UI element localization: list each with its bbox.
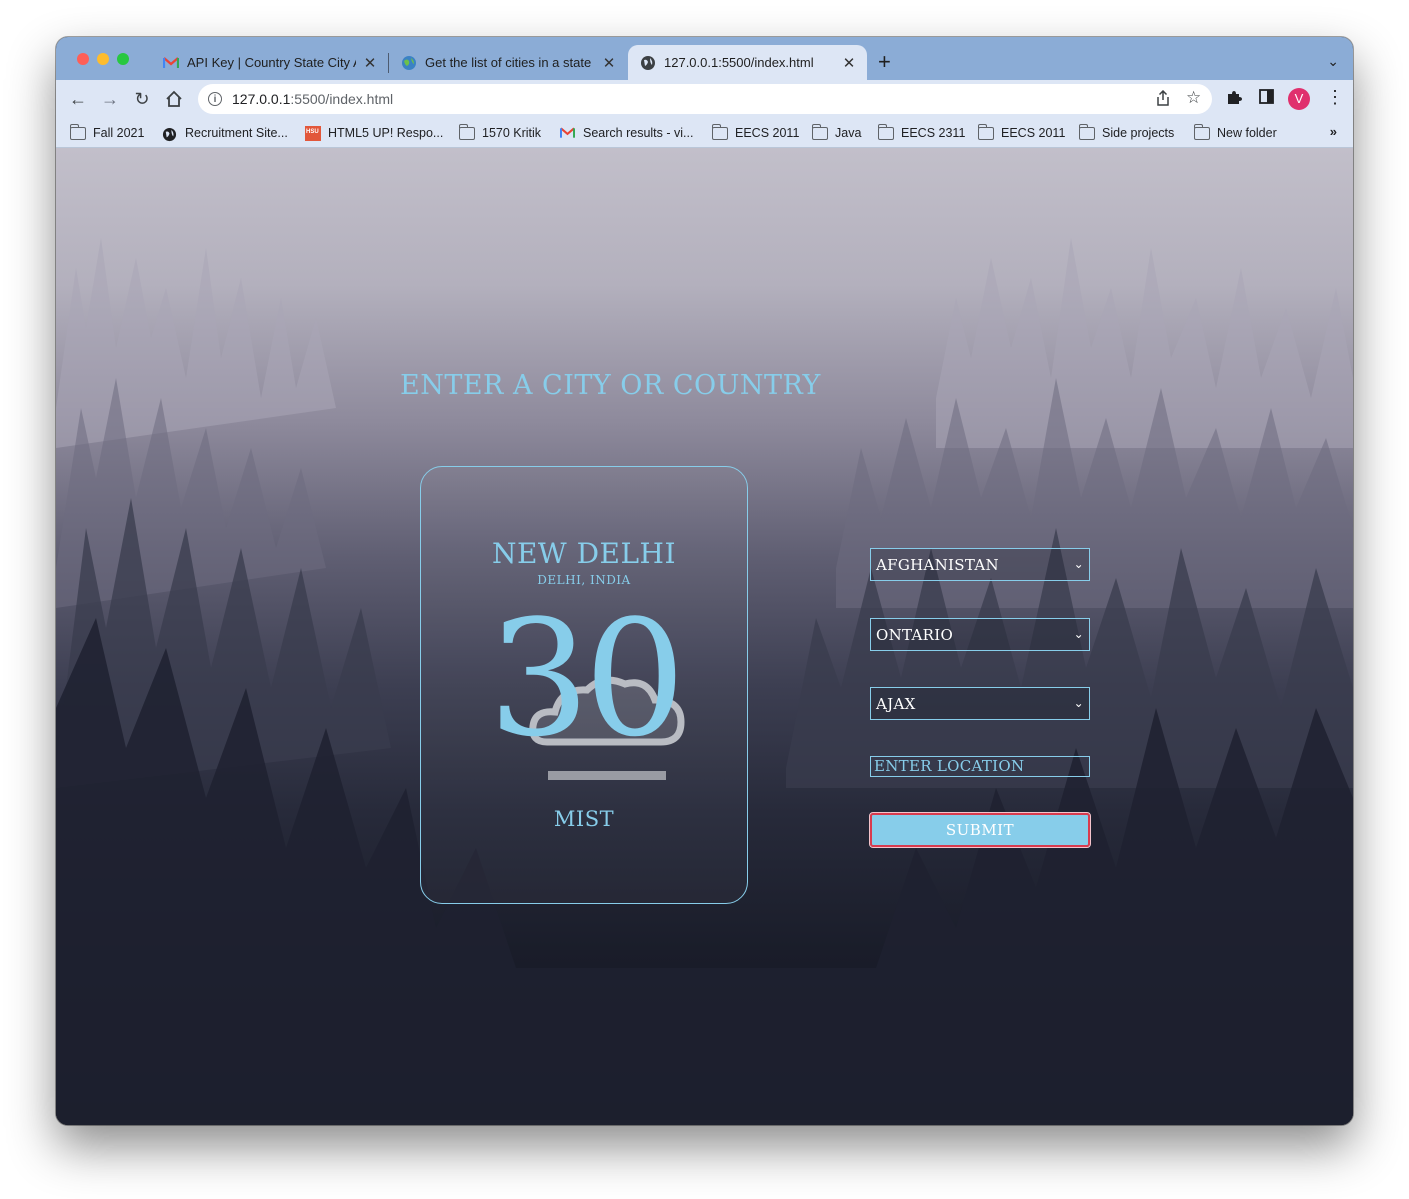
- bookmark-label: New folder: [1217, 126, 1277, 140]
- tab-title: Get the list of cities in a state |: [425, 55, 595, 70]
- bookmark-eecs-2011-b[interactable]: EECS 2011: [977, 123, 1066, 143]
- folder-icon: [458, 123, 475, 140]
- bookmark-label: 1570 Kritik: [482, 126, 542, 140]
- bookmark-label: Recruitment Site...: [185, 126, 288, 140]
- bookmark-label: EECS 2011: [1001, 126, 1066, 140]
- home-icon[interactable]: [163, 88, 185, 110]
- state-select[interactable]: ONTARIO ⌄: [870, 618, 1090, 651]
- url-host: 127.0.0.1: [232, 91, 291, 107]
- bookmark-star-icon[interactable]: ☆: [1186, 88, 1201, 108]
- close-tab-icon[interactable]: ✕: [841, 54, 857, 72]
- folder-icon: [1078, 123, 1095, 140]
- gmail-icon: [163, 55, 179, 71]
- bookmark-side-projects[interactable]: Side projects: [1078, 123, 1175, 143]
- bookmark-recruitment-site[interactable]: Recruitment Site...: [162, 123, 288, 143]
- page-heading: ENTER A CITY OR COUNTRY: [400, 370, 821, 401]
- bookmark-java[interactable]: Java: [811, 123, 862, 143]
- mist-bar-icon: [548, 771, 666, 780]
- bookmark-html5-up[interactable]: HSU HTML5 UP! Respo...: [305, 123, 443, 143]
- tab-cities-list[interactable]: Get the list of cities in a state | ✕: [389, 45, 627, 80]
- close-tab-icon[interactable]: ✕: [601, 54, 617, 72]
- close-tab-icon[interactable]: ✕: [362, 54, 378, 72]
- tab-title: API Key | Country State City AP: [187, 55, 356, 70]
- tab-api-key[interactable]: API Key | Country State City AP ✕: [151, 45, 388, 80]
- bookmark-label: EECS 2311: [901, 126, 966, 140]
- extensions-puzzle-icon[interactable]: [1226, 89, 1242, 110]
- back-arrow-icon[interactable]: ←: [67, 88, 89, 110]
- bookmark-label: Search results - vi...: [583, 126, 694, 140]
- bookmark-eecs-2011[interactable]: EECS 2011: [711, 123, 800, 143]
- new-tab-button[interactable]: +: [878, 51, 891, 73]
- address-bar[interactable]: i 127.0.0.1:5500/index.html ☆: [198, 84, 1212, 114]
- folder-icon: [711, 123, 728, 140]
- gmail-icon: [559, 127, 576, 140]
- tab-search-chevron-icon[interactable]: ⌄: [1327, 53, 1339, 70]
- temperature: 30: [488, 585, 686, 772]
- country-select[interactable]: AFGHANISTAN ⌄: [870, 548, 1090, 581]
- globe-icon: [162, 127, 178, 141]
- reload-icon[interactable]: ↻: [131, 88, 153, 110]
- site-info-icon[interactable]: i: [208, 92, 222, 106]
- browser-toolbar: ← → ↻ i 127.0.0.1:5500/index.html ☆ V ⋮: [56, 80, 1353, 118]
- globe-icon: [640, 55, 656, 71]
- bookmark-search-results[interactable]: Search results - vi...: [559, 123, 694, 143]
- tab-title: 127.0.0.1:5500/index.html: [664, 55, 814, 70]
- state-select-value: ONTARIO: [876, 625, 954, 644]
- bookmark-new-folder[interactable]: New folder: [1193, 123, 1277, 143]
- chevron-down-icon: ⌄: [1073, 627, 1084, 641]
- bookmark-label: EECS 2011: [735, 126, 800, 140]
- folder-icon: [977, 123, 994, 140]
- folder-icon: [69, 123, 86, 140]
- profile-avatar[interactable]: V: [1288, 88, 1310, 110]
- city-name: NEW DELHI: [491, 537, 677, 570]
- weather-page: ENTER A CITY OR COUNTRY NEW DELHI DELHI,…: [56, 148, 1353, 1125]
- forward-arrow-icon[interactable]: →: [99, 88, 121, 110]
- city-select-value: AJAX: [876, 694, 916, 713]
- minimize-window-button[interactable]: [97, 53, 109, 65]
- bookmarks-bar: Fall 2021 Recruitment Site... HSU HTML5 …: [56, 118, 1353, 148]
- folder-icon: [811, 123, 828, 140]
- bookmarks-overflow-icon[interactable]: »: [1330, 124, 1337, 139]
- folder-icon: [877, 123, 894, 140]
- location-input[interactable]: ENTER LOCATION: [870, 756, 1090, 777]
- city-select[interactable]: AJAX ⌄: [870, 687, 1090, 720]
- html5up-icon: HSU: [305, 125, 321, 141]
- chevron-down-icon: ⌄: [1073, 696, 1084, 710]
- folder-icon: [1193, 123, 1210, 140]
- bookmark-label: Side projects: [1102, 126, 1175, 140]
- browser-window: API Key | Country State City AP ✕ Get th…: [56, 37, 1353, 1125]
- bookmark-label: Fall 2021: [93, 126, 145, 140]
- globe-icon: [401, 55, 417, 71]
- tab-strip: API Key | Country State City AP ✕ Get th…: [56, 37, 1353, 80]
- more-menu-icon[interactable]: ⋮: [1326, 87, 1344, 108]
- bookmark-eecs-2311[interactable]: EECS 2311: [877, 123, 966, 143]
- bookmark-label: HTML5 UP! Respo...: [328, 126, 444, 140]
- weather-description: MIST: [553, 807, 615, 831]
- submit-button[interactable]: SUBMIT: [869, 812, 1091, 848]
- url-path: :5500/index.html: [290, 91, 394, 107]
- weather-card: NEW DELHI DELHI, INDIA 30 MIST: [420, 466, 748, 904]
- share-icon[interactable]: [1156, 89, 1170, 111]
- bookmark-label: Java: [835, 126, 862, 140]
- side-panel-icon[interactable]: [1259, 89, 1274, 109]
- bookmark-1570-kritik[interactable]: 1570 Kritik: [458, 123, 542, 143]
- maximize-window-button[interactable]: [117, 53, 129, 65]
- bookmark-fall-2021[interactable]: Fall 2021: [69, 123, 145, 143]
- country-select-value: AFGHANISTAN: [876, 555, 999, 574]
- close-window-button[interactable]: [77, 53, 89, 65]
- tab-active-index[interactable]: 127.0.0.1:5500/index.html ✕: [628, 45, 867, 80]
- chevron-down-icon: ⌄: [1073, 557, 1084, 571]
